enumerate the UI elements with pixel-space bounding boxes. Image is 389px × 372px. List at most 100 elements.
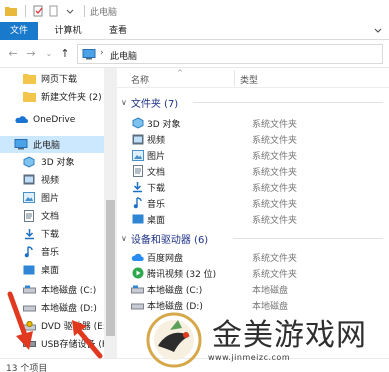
nav-item-label: OneDrive (33, 114, 76, 125)
divider (84, 5, 85, 17)
item-name: 3D 对象 (147, 119, 181, 130)
chevron-right-icon[interactable]: › (100, 48, 104, 58)
chevron-down-icon[interactable] (373, 26, 383, 36)
item-name: 下载 (147, 183, 166, 194)
nav-item-3d-objects[interactable]: 3D 对象 (0, 153, 104, 170)
nav-item-music[interactable]: 音乐 (0, 243, 104, 260)
nav-item-documents[interactable]: 文档 (0, 207, 104, 224)
list-item-drive-c[interactable]: 本地磁盘 (C:) 本地磁盘 (131, 282, 385, 296)
this-pc-icon (82, 49, 96, 63)
pictures-icon (22, 192, 36, 204)
list-item-video[interactable]: 视频 系统文件夹 (131, 132, 385, 146)
list-item-baidu-netdisk[interactable]: 百度网盘 系统文件夹 (131, 250, 385, 264)
forward-icon[interactable]: → (24, 47, 38, 61)
video-icon (22, 174, 36, 186)
item-type: 系统文件夹 (252, 135, 298, 146)
column-type[interactable]: 类型 (240, 73, 258, 86)
list-item-documents[interactable]: 文档 系统文件夹 (131, 164, 385, 178)
nav-item-label: 3D 对象 (41, 158, 75, 168)
column-divider[interactable] (234, 70, 235, 86)
group-title: 文件夹 (7) (130, 98, 179, 110)
3d-objects-icon (22, 155, 36, 168)
customize-toolbar-icon[interactable] (63, 4, 77, 18)
column-name[interactable]: 名称 (131, 73, 149, 86)
list-item-pictures[interactable]: 图片 系统文件夹 (131, 148, 385, 162)
item-type: 系统文件夹 (252, 167, 298, 178)
address-path: 此电脑 (110, 52, 138, 62)
up-icon[interactable]: ↑ (58, 47, 72, 61)
nav-item-label: 下载 (41, 230, 60, 240)
nav-item-label: 文档 (41, 212, 60, 222)
group-header-folders[interactable]: ∨ 文件夹 (7) (121, 94, 383, 110)
properties-icon[interactable] (31, 4, 45, 18)
tab-computer[interactable]: 计算机 (44, 22, 92, 40)
downloads-icon (131, 181, 144, 193)
list-item-desktop[interactable]: 桌面 系统文件夹 (131, 212, 385, 226)
chevron-down-icon[interactable]: ∨ (121, 234, 127, 243)
item-name: 百度网盘 (147, 253, 184, 264)
nav-item-label: 图片 (41, 194, 60, 204)
nav-item-downloads[interactable]: 下载 (0, 225, 104, 242)
item-type: 系统文件夹 (252, 199, 298, 210)
watermark: 金美游戏网 www.jinmeizc.com (140, 308, 389, 372)
desktop-icon (22, 264, 36, 276)
folder-icon (22, 73, 36, 85)
annotation-arrow-icon (72, 320, 103, 359)
back-icon[interactable]: ← (6, 47, 20, 61)
list-item-tencent-video[interactable]: 腾讯视频 (32 位) 系统文件夹 (131, 266, 385, 280)
item-type: 系统文件夹 (252, 119, 298, 130)
nav-item-label: 此电脑 (33, 141, 61, 151)
new-folder-icon[interactable] (47, 4, 61, 18)
list-item-3d-objects[interactable]: 3D 对象 系统文件夹 (131, 116, 385, 130)
nav-item-desktop[interactable]: 桌面 (0, 261, 104, 278)
tab-file[interactable]: 文件 (0, 22, 38, 40)
item-name: 音乐 (147, 199, 166, 210)
nav-item-label: 音乐 (41, 248, 60, 258)
scrollbar-thumb[interactable] (106, 200, 115, 336)
item-type: 系统文件夹 (252, 253, 298, 264)
music-icon (131, 197, 144, 209)
watermark-title: 金美游戏网 (212, 318, 367, 353)
divider (193, 102, 383, 103)
item-name: 图片 (147, 151, 166, 162)
item-type: 系统文件夹 (252, 151, 298, 162)
nav-item-label: 新建文件夹 (2) (41, 93, 102, 103)
nav-item-pictures[interactable]: 图片 (0, 189, 104, 206)
watermark-logo-icon (146, 312, 202, 368)
tencent-video-icon (131, 267, 144, 279)
address-bar[interactable]: › 此电脑 (77, 44, 383, 64)
divider (233, 238, 383, 239)
documents-icon (131, 165, 144, 177)
nav-item-video[interactable]: 视频 (0, 171, 104, 188)
nav-item-label: 桌面 (41, 266, 60, 276)
list-item-downloads[interactable]: 下载 系统文件夹 (131, 180, 385, 194)
ribbon: 文件 计算机 查看 (0, 22, 389, 40)
desktop-icon (131, 213, 144, 225)
music-icon (22, 245, 36, 258)
column-header: ^ 名称 类型 (117, 68, 389, 88)
this-pc-icon (14, 139, 28, 151)
nav-item-web-downloads[interactable]: 网页下载 (0, 70, 104, 87)
tab-view[interactable]: 查看 (104, 22, 132, 40)
divider (25, 5, 26, 17)
group-title: 设备和驱动器 (6) (130, 234, 209, 246)
item-name: 文档 (147, 167, 166, 178)
item-name: 腾讯视频 (32 位) (147, 269, 217, 280)
group-header-devices[interactable]: ∨ 设备和驱动器 (6) (121, 230, 383, 246)
nav-item-onedrive[interactable]: OneDrive (0, 111, 104, 128)
baidu-netdisk-icon (131, 251, 144, 263)
window-title: 此电脑 (90, 7, 118, 18)
nav-item-new-folder-2[interactable]: 新建文件夹 (2) (0, 88, 104, 105)
nav-item-label: 视频 (41, 176, 60, 186)
item-count: 13 个项目 (6, 364, 48, 372)
item-type: 系统文件夹 (252, 215, 298, 226)
chevron-down-icon[interactable]: ∨ (121, 98, 127, 107)
recent-locations-icon[interactable]: ⌄ (42, 47, 56, 61)
drive-icon (131, 283, 144, 295)
3d-objects-icon (131, 117, 144, 129)
item-name: 视频 (147, 135, 166, 146)
annotation-arrow-icon (7, 291, 33, 350)
nav-item-this-pc[interactable]: 此电脑 (0, 136, 104, 153)
list-item-music[interactable]: 音乐 系统文件夹 (131, 196, 385, 210)
folder-icon (4, 4, 18, 18)
